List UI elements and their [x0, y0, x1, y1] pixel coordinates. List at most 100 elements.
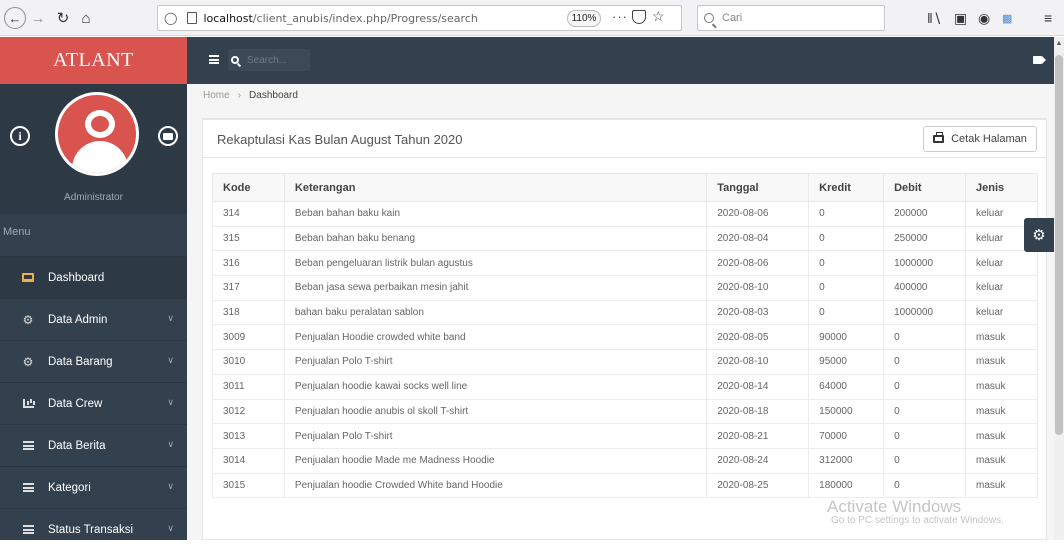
sidebar-toggle-icon[interactable]: [209, 55, 219, 64]
zoom-level-badge[interactable]: 110%: [567, 10, 601, 27]
cell-debit: 1000000: [883, 250, 967, 277]
search-icon: [704, 13, 714, 23]
cell-kode: 318: [212, 299, 285, 326]
cell-kredit: 70000: [808, 423, 885, 449]
windows-activation-watermark: Activate Windows: [827, 497, 962, 516]
windows-activation-subtitle: Go to PC settings to activate Windows.: [831, 515, 1004, 526]
breadcrumb-home-link[interactable]: Home: [203, 90, 230, 101]
cell-jenis: keluar: [965, 250, 1038, 277]
cell-jenis: masuk: [965, 423, 1038, 449]
library-icon[interactable]: ‖∖: [927, 10, 942, 27]
list-icon: [22, 441, 34, 450]
mail-icon[interactable]: [158, 126, 178, 146]
page-info-icon[interactable]: [187, 12, 198, 24]
cell-debit: 0: [883, 447, 967, 474]
scroll-up-icon[interactable]: ▲: [1054, 40, 1064, 47]
cell-tanggal: 2020-08-24: [706, 447, 810, 474]
column-header-jenis[interactable]: Jenis: [965, 173, 1038, 202]
cell-jenis: masuk: [965, 373, 1038, 400]
print-page-button[interactable]: Cetak Halaman: [923, 126, 1037, 152]
column-header-kode[interactable]: Kode: [212, 173, 285, 202]
cell-kode: 3011: [212, 373, 285, 400]
cell-kode: 3010: [212, 349, 285, 375]
table-row: 316 Beban pengeluaran listrik bulan agust…: [212, 250, 1038, 277]
breadcrumb: Home › Dashboard: [187, 84, 1054, 106]
cell-tanggal: 2020-08-05: [706, 324, 810, 351]
back-button[interactable]: ←: [4, 7, 26, 29]
cell-keterangan: bahan baku peralatan sablon: [283, 299, 708, 326]
chevron-down-icon: ∨: [167, 523, 174, 533]
logout-icon[interactable]: [1033, 56, 1046, 64]
panel-heading: Rekaptulasi Kas Bulan August Tahun 2020 …: [203, 120, 1046, 158]
chevron-down-icon: ∨: [167, 397, 174, 407]
column-header-kredit[interactable]: Kredit: [808, 173, 885, 202]
cogs-icon: ⚙: [22, 354, 34, 369]
brand-logo[interactable]: ATLANT: [0, 37, 187, 84]
bookmark-star-icon[interactable]: ☆: [652, 8, 665, 25]
cell-debit: 0: [883, 398, 967, 425]
print-button-label: Cetak Halaman: [951, 133, 1027, 145]
cell-kode: 315: [212, 225, 285, 252]
url-text[interactable]: localhost/client_anubis/index.php/Progre…: [203, 12, 477, 25]
app-search-input[interactable]: Search...: [228, 49, 310, 71]
cell-debit: 1000000: [883, 299, 967, 326]
translate-extension-icon[interactable]: ▩: [1002, 12, 1012, 25]
cell-jenis: masuk: [965, 398, 1038, 425]
sidebar-item-data-berita[interactable]: Data Berita ∨: [0, 424, 187, 466]
chevron-down-icon: ∨: [167, 313, 174, 323]
forward-button[interactable]: →: [30, 7, 46, 29]
table-row: 317 Beban jasa sewa perbaikan mesin jahit…: [212, 275, 1038, 301]
monitor-icon: [22, 273, 34, 282]
column-header-debit[interactable]: Debit: [883, 173, 967, 202]
sidebar-item-label: Dashboard: [48, 271, 105, 284]
cell-tanggal: 2020-08-10: [706, 275, 810, 301]
hamburger-menu-icon[interactable]: ≡: [1044, 10, 1052, 26]
sidebar-item-data-barang[interactable]: ⚙ Data Barang ∨: [0, 340, 187, 382]
cell-debit: 250000: [883, 225, 967, 252]
sidebar-item-label: Data Berita: [48, 439, 106, 452]
address-bar[interactable]: ◯ localhost/client_anubis/index.php/Prog…: [157, 5, 682, 31]
browser-toolbar: ← → ↻ ⌂ ◯ localhost/client_anubis/index.…: [0, 0, 1064, 36]
sidebar-item-status-transaksi[interactable]: Status Transaksi ∨: [0, 508, 187, 550]
table-row: 3014 Penjualan hoodie Made me Madness Hoo…: [212, 447, 1038, 474]
sidebar-item-dashboard[interactable]: Dashboard: [0, 256, 187, 298]
cogs-icon: ⚙: [22, 312, 34, 327]
sidebar-item-data-crew[interactable]: Data Crew ∨: [0, 382, 187, 424]
cell-jenis: keluar: [965, 299, 1038, 326]
sidebar-item-kategori[interactable]: Kategori ∨: [0, 466, 187, 508]
sidebar-item-label: Data Admin: [48, 313, 108, 326]
settings-gear-icon[interactable]: ⚙: [1024, 218, 1054, 252]
avatar[interactable]: [55, 92, 139, 176]
column-header-tanggal[interactable]: Tanggal: [706, 173, 810, 202]
page-actions-menu[interactable]: ···: [612, 9, 628, 24]
cell-keterangan: Penjualan Polo T-shirt: [283, 349, 708, 375]
table-row: 3012 Penjualan hoodie anubis ol skoll T-s…: [212, 398, 1038, 425]
cell-debit: 0: [883, 373, 967, 400]
table-row: 315 Beban bahan baku benang 2020-08-04 0 250…: [212, 225, 1038, 252]
home-icon[interactable]: ⌂: [76, 7, 96, 29]
cell-debit: 0: [883, 423, 967, 449]
reload-icon[interactable]: ↻: [54, 7, 72, 29]
pocket-icon[interactable]: [632, 10, 646, 24]
cell-keterangan: Penjualan hoodie Crowded White band Hood…: [283, 472, 708, 499]
info-icon[interactable]: i: [10, 126, 30, 146]
table-row: 3009 Penjualan Hoodie crowded white band 2…: [212, 324, 1038, 351]
chevron-down-icon: ∨: [167, 481, 174, 491]
account-icon[interactable]: ◉: [978, 10, 990, 27]
sidebar-toggle-icon[interactable]: ▣: [954, 10, 967, 27]
browser-search-input[interactable]: Cari: [697, 5, 885, 31]
cell-kredit: 312000: [808, 447, 885, 474]
column-header-keterangan[interactable]: Keterangan: [283, 173, 708, 202]
cell-debit: 0: [883, 324, 967, 351]
cell-kredit: 90000: [808, 324, 885, 351]
sidebar-item-data-admin[interactable]: ⚙ Data Admin ∨: [0, 298, 187, 340]
cell-keterangan: Penjualan hoodie anubis ol skoll T-shirt: [283, 398, 708, 425]
page-title: Rekaptulasi Kas Bulan August Tahun 2020: [217, 132, 463, 147]
shield-icon[interactable]: ◯: [164, 11, 177, 25]
cell-kredit: 0: [808, 299, 885, 326]
cell-kode: 314: [212, 201, 285, 227]
page-scrollbar[interactable]: ▲: [1054, 37, 1064, 540]
profile-panel: i Administrator: [0, 84, 187, 214]
scrollbar-thumb[interactable]: [1055, 55, 1063, 435]
cell-kode: 3009: [212, 324, 285, 351]
